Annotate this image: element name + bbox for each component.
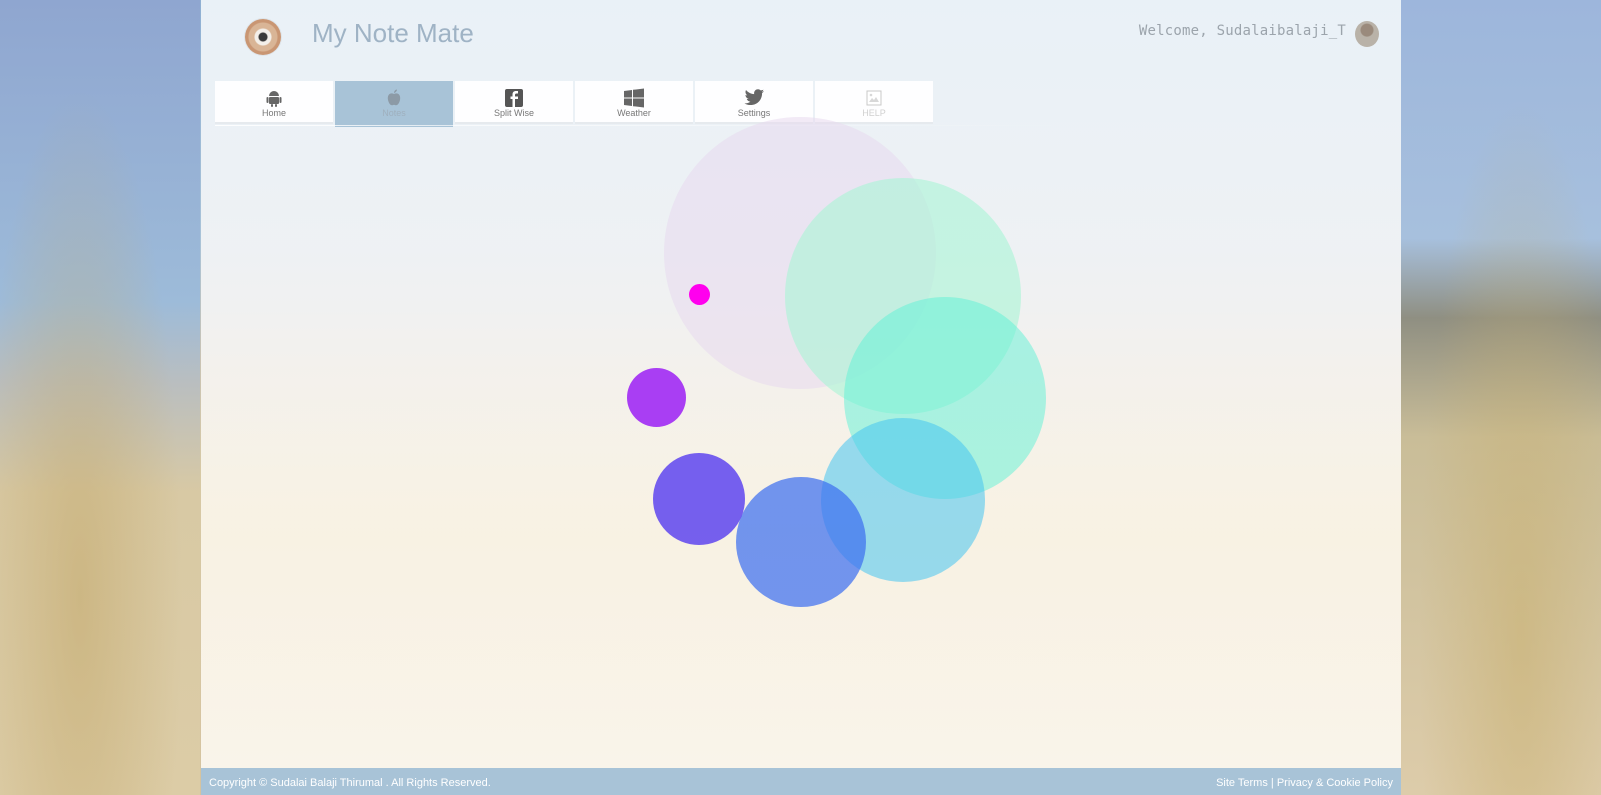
welcome-text[interactable]: Welcome, Sudalaibalaji_T (1139, 23, 1346, 39)
tab-split-wise[interactable]: Split Wise (455, 81, 573, 124)
tab-label: Split Wise (493, 108, 534, 118)
facebook-icon (503, 87, 525, 109)
tab-help[interactable]: HELP (815, 81, 933, 124)
background-right (1401, 0, 1601, 795)
tab-settings[interactable]: Settings (695, 81, 813, 124)
apple-icon (383, 87, 405, 109)
main-panel: My Note Mate Welcome, Sudalaibalaji_T Ho… (201, 0, 1401, 768)
tab-label: Settings (737, 108, 771, 118)
tab-label: HELP (862, 108, 886, 118)
footer-links: Site Terms | Privacy & Cookie Policy (1216, 777, 1393, 789)
tab-weather[interactable]: Weather (575, 81, 693, 124)
privacy-policy-link[interactable]: Privacy & Cookie Policy (1277, 777, 1393, 789)
tab-label: Home (261, 108, 286, 118)
avatar[interactable] (1355, 21, 1379, 47)
copyright-text: Copyright © Sudalai Balaji Thirumal . Al… (209, 777, 491, 789)
windows-icon (623, 87, 645, 109)
nav-tabs: Home Notes Split Wise Weather Settings H… (215, 81, 935, 127)
android-icon (263, 87, 285, 109)
app-title: My Note Mate (312, 18, 474, 48)
broken-image-icon (863, 87, 885, 109)
background-left (0, 0, 200, 795)
footer: Copyright © Sudalai Balaji Thirumal . Al… (201, 768, 1401, 795)
tab-label: Notes (382, 108, 406, 118)
tab-home[interactable]: Home (215, 81, 333, 124)
tab-notes[interactable]: Notes (335, 81, 453, 127)
site-terms-link[interactable]: Site Terms (1216, 777, 1268, 789)
twitter-icon (743, 87, 765, 109)
footer-separator: | (1267, 777, 1277, 789)
tab-label: Weather (617, 108, 651, 118)
app-logo[interactable] (245, 19, 281, 55)
tabs-divider (215, 125, 1085, 126)
